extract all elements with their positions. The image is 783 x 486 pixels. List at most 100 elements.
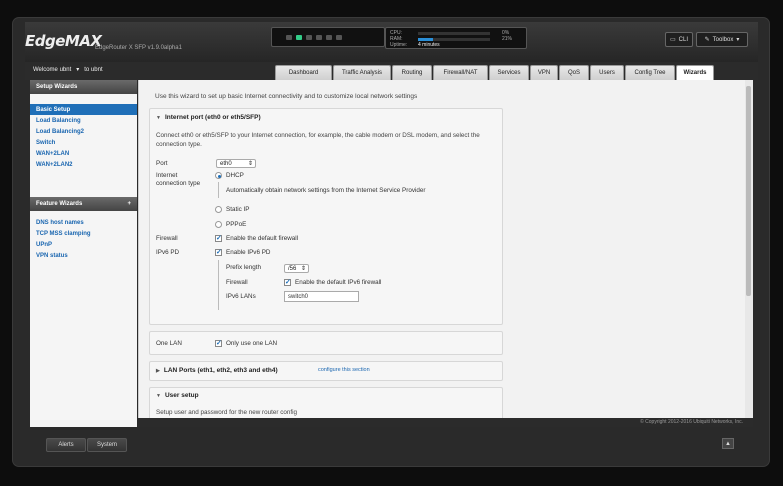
ipv6-pd-check-label: Enable IPv6 PD [226, 249, 271, 256]
uptime-value: 4 minutes [418, 42, 440, 48]
lan-ports-section: ▶ LAN Ports (eth1, eth2, eth3 and eth4) … [149, 361, 503, 381]
feature-wizards-title: Feature Wizards [36, 201, 83, 207]
welcome-area: Welcome ubnt ▾ to ubnt [33, 66, 103, 74]
collapse-triangle-icon: ▼ [156, 392, 161, 399]
chevron-down-icon[interactable]: ▾ [76, 66, 79, 73]
pppoe-label: PPPoE [226, 221, 247, 228]
port-status-panel [271, 27, 385, 47]
vertical-scrollbar[interactable] [745, 80, 753, 418]
dhcp-radio[interactable] [215, 172, 222, 179]
wrench-icon: ✎ [704, 37, 710, 43]
port-label: Port [156, 160, 168, 167]
firewall-label: Firewall [156, 235, 178, 242]
user-setup-header[interactable]: ▼ User setup [156, 392, 199, 399]
scrollbar-thumb[interactable] [746, 86, 751, 296]
port-select-value: eth0 [220, 160, 232, 167]
nav-row: Welcome ubnt ▾ to ubnt Dashboard Traffic… [25, 62, 758, 80]
ipv6-pd-label: IPv6 PD [156, 249, 180, 256]
tab-services[interactable]: Services [489, 65, 529, 80]
configure-section-link[interactable]: configure this section [318, 367, 370, 373]
collapse-triangle-icon: ▼ [156, 114, 161, 121]
sidebar-item-wan-2lan[interactable]: WAN+2LAN [30, 148, 137, 159]
one-lan-section: One LAN ✓ Only use one LAN [149, 331, 503, 355]
internet-port-description: Connect eth0 or eth5/SFP to your Interne… [156, 132, 480, 148]
static-ip-label: Static IP [226, 206, 250, 213]
sidebar-item-dns-host-names[interactable]: DNS host names [30, 217, 137, 228]
cli-button[interactable]: ▭ CLI [665, 32, 693, 47]
sidebar-item-vpn-status[interactable]: VPN status [30, 250, 137, 261]
welcome-user[interactable]: Welcome ubnt [33, 67, 71, 73]
tab-wizards[interactable]: Wizards [676, 65, 714, 80]
alerts-tab[interactable]: Alerts [46, 438, 86, 452]
ipv6-firewall-label: Firewall [226, 279, 248, 286]
sidebar-item-load-balancing[interactable]: Load Balancing [30, 115, 137, 126]
static-ip-radio[interactable] [215, 206, 222, 213]
welcome-to: to ubnt [84, 66, 103, 73]
firewall-check-label: Enable the default firewall [226, 235, 299, 242]
setup-wizards-title: Setup Wizards [36, 84, 78, 90]
ipv6-divider [218, 260, 219, 310]
connection-type-label: Internet connection type [156, 172, 201, 187]
sidebar-item-load-balancing2[interactable]: Load Balancing2 [30, 126, 137, 137]
chevron-updown-icon: ⇕ [247, 161, 253, 167]
user-setup-section: ▼ User setup Setup user and password for… [149, 387, 503, 418]
tab-config-tree[interactable]: Config Tree [625, 65, 675, 80]
port-select[interactable]: eth0 ⇕ [216, 159, 256, 168]
prefix-length-select[interactable]: /56 ⇕ [284, 264, 309, 273]
pppoe-radio[interactable] [215, 221, 222, 228]
sidebar-item-wan-2lan2[interactable]: WAN+2LAN2 [30, 159, 137, 170]
port-indicator [336, 34, 342, 40]
toolbox-button[interactable]: ✎ Toolbox ▾ [696, 32, 748, 47]
one-lan-checkbox[interactable]: ✓ [215, 340, 222, 347]
tab-firewall-nat[interactable]: Firewall/NAT [433, 65, 488, 80]
cli-label: CLI [678, 36, 688, 43]
edgemax-logo: EdgeMAX [25, 32, 102, 50]
internet-port-header[interactable]: ▼ Internet port (eth0 or eth5/SFP) [156, 114, 261, 121]
lan-ports-title: LAN Ports (eth1, eth2, eth3 and eth4) [163, 367, 278, 374]
prefix-length-value: /56 [288, 265, 297, 272]
internet-port-title: Internet port (eth0 or eth5/SFP) [164, 114, 261, 121]
expand-icon[interactable]: ▲ [722, 438, 734, 449]
sidebar: Setup Wizards Basic Setup Load Balancing… [30, 80, 137, 427]
tab-vpn[interactable]: VPN [530, 65, 558, 80]
toolbox-label: Toolbox [712, 36, 734, 43]
ipv6-pd-checkbox[interactable]: ✓ [215, 249, 222, 256]
sidebar-item-switch[interactable]: Switch [30, 137, 137, 148]
port-indicator [326, 34, 332, 40]
internet-port-section: ▼ Internet port (eth0 or eth5/SFP) Conne… [149, 108, 503, 325]
system-tab[interactable]: System [87, 438, 127, 452]
tab-users[interactable]: Users [590, 65, 624, 80]
port-indicator [306, 34, 312, 40]
tab-routing[interactable]: Routing [392, 65, 432, 80]
lan-ports-header[interactable]: ▶ LAN Ports (eth1, eth2, eth3 and eth4) [156, 367, 278, 374]
cpu-bar [418, 31, 490, 35]
dhcp-label: DHCP [226, 172, 244, 179]
wizard-intro: Use this wizard to set up basic Internet… [155, 93, 418, 100]
uptime-label: Uptime: [390, 42, 408, 48]
tab-qos[interactable]: QoS [559, 65, 589, 80]
ram-bar [418, 37, 490, 41]
tab-dashboard[interactable]: Dashboard [275, 65, 332, 80]
sidebar-item-tcp-mss-clamping[interactable]: TCP MSS clamping [30, 228, 137, 239]
device-version: EdgeRouter X SFP v1.9.0alpha1 [95, 45, 182, 51]
dhcp-description: Automatically obtain network settings fr… [226, 187, 426, 194]
tab-traffic-analysis[interactable]: Traffic Analysis [333, 65, 391, 80]
sidebar-item-basic-setup[interactable]: Basic Setup [30, 104, 137, 115]
ram-value: 21% [502, 36, 513, 42]
chevron-down-icon: ▾ [736, 37, 740, 43]
chevron-updown-icon: ⇕ [300, 266, 306, 272]
sidebar-item-upnp[interactable]: UPnP [30, 239, 137, 250]
port-indicator [286, 34, 292, 40]
setup-wizards-header: Setup Wizards [30, 80, 137, 94]
wizard-content: Use this wizard to set up basic Internet… [138, 80, 753, 418]
ipv6-firewall-check-label: Enable the default IPv6 firewall [295, 279, 382, 286]
prefix-length-label: Prefix length [226, 264, 262, 271]
ipv6-lans-input[interactable]: switch0 [284, 291, 359, 302]
ipv6-firewall-checkbox[interactable]: ✓ [284, 279, 291, 286]
feature-wizards-header: Feature Wizards + [30, 197, 137, 211]
add-feature-wizard-button[interactable]: + [127, 201, 131, 207]
firewall-checkbox[interactable]: ✓ [215, 235, 222, 242]
port-indicator [296, 34, 302, 40]
dhcp-divider [218, 182, 219, 198]
one-lan-check-label: Only use one LAN [226, 340, 278, 347]
